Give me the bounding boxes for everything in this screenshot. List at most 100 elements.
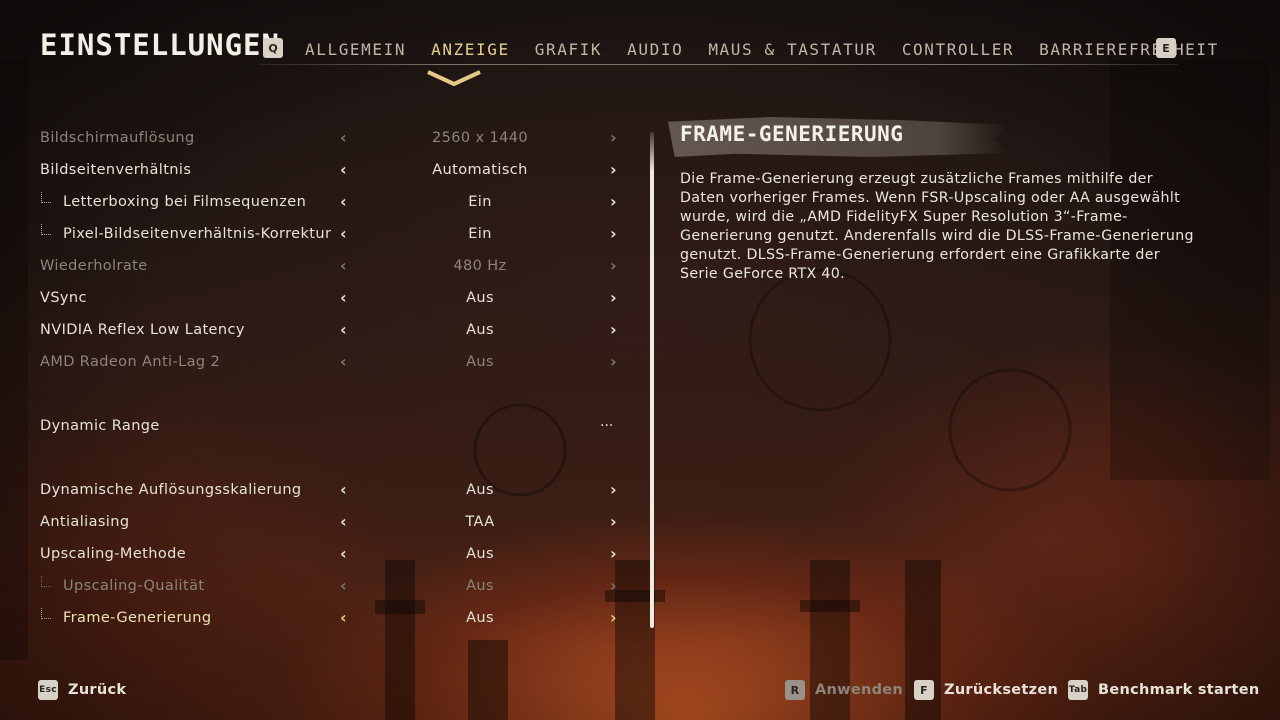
apply-button[interactable]: R Anwenden — [785, 680, 903, 700]
tree-branch-icon — [41, 192, 51, 203]
setting-label: VSync — [40, 290, 87, 306]
setting-label: Dynamische Auflösungsskalierung — [40, 482, 302, 498]
setting-value: TAA — [465, 514, 495, 530]
chevron-left-icon[interactable]: ‹ — [340, 608, 347, 627]
chevron-right-icon[interactable]: › — [610, 544, 617, 563]
tab-grafik[interactable]: GRAFIK — [535, 40, 602, 59]
tab-anzeige[interactable]: ANZEIGE — [431, 40, 510, 59]
setting-row-resolution[interactable]: Bildschirmauflösung ‹ 2560 x 1440 › — [40, 124, 630, 152]
setting-label: AMD Radeon Anti-Lag 2 — [40, 354, 221, 370]
apply-label: Anwenden — [815, 682, 904, 698]
chevron-down-icon — [427, 70, 481, 86]
settings-scrollbar[interactable] — [650, 132, 654, 628]
setting-row-frame-generation[interactable]: Frame-Generierung ‹ Aus › — [40, 604, 630, 632]
setting-label: Antialiasing — [40, 514, 130, 530]
chevron-right-icon[interactable]: › — [610, 352, 617, 371]
back-button[interactable]: Esc Zurück — [38, 680, 126, 700]
tab-maus-tastatur[interactable]: MAUS & TASTATUR — [708, 40, 877, 59]
chevron-right-icon[interactable]: › — [610, 480, 617, 499]
reset-button[interactable]: F Zurücksetzen — [914, 680, 1058, 700]
chevron-right-icon[interactable]: › — [610, 224, 617, 243]
setting-label: Bildschirmauflösung — [40, 130, 195, 146]
chevron-right-icon[interactable]: › — [610, 128, 617, 147]
chevron-left-icon[interactable]: ‹ — [340, 288, 347, 307]
setting-value: 480 Hz — [453, 258, 507, 274]
chevron-right-icon[interactable]: › — [610, 608, 617, 627]
chevron-left-icon[interactable]: ‹ — [340, 512, 347, 531]
setting-row-upscaling-quality[interactable]: Upscaling-Qualität ‹ Aus › — [40, 572, 630, 600]
setting-row-dynamic-resolution[interactable]: Dynamische Auflösungsskalierung ‹ Aus › — [40, 476, 630, 504]
chevron-left-icon[interactable]: ‹ — [340, 352, 347, 371]
next-tab-key[interactable]: E — [1156, 38, 1176, 58]
setting-row-vsync[interactable]: VSync ‹ Aus › — [40, 284, 630, 312]
back-label: Zurück — [68, 682, 127, 698]
setting-row-nvidia-reflex[interactable]: NVIDIA Reflex Low Latency ‹ Aus › — [40, 316, 630, 344]
f-key-icon: F — [914, 680, 934, 700]
setting-value: Aus — [466, 546, 494, 562]
setting-label: Letterboxing bei Filmsequenzen — [63, 194, 307, 210]
chevron-right-icon[interactable]: › — [610, 288, 617, 307]
chevron-left-icon[interactable]: ‹ — [340, 320, 347, 339]
setting-label: Upscaling-Methode — [40, 546, 187, 562]
setting-label: Dynamic Range — [40, 418, 160, 434]
info-description: Die Frame-Generierung erzeugt zusätzlich… — [680, 171, 1194, 282]
tab-controller[interactable]: CONTROLLER — [902, 40, 1014, 59]
tree-branch-icon — [41, 224, 51, 235]
setting-label: Upscaling-Qualität — [63, 578, 205, 594]
setting-row-upscaling-method[interactable]: Upscaling-Methode ‹ Aus › — [40, 540, 630, 568]
benchmark-label: Benchmark starten — [1098, 682, 1260, 698]
chevron-left-icon[interactable]: ‹ — [340, 128, 347, 147]
tree-branch-icon — [41, 576, 51, 587]
tab-barrierefreiheit[interactable]: BARRIEREFREIHEIT — [1039, 40, 1219, 59]
chevron-right-icon[interactable]: › — [610, 160, 617, 179]
reset-label: Zurücksetzen — [944, 682, 1059, 698]
setting-value: Ein — [468, 226, 492, 242]
chevron-right-icon[interactable]: › — [610, 192, 617, 211]
setting-label: Frame-Generierung — [63, 610, 212, 626]
tab-audio[interactable]: AUDIO — [627, 40, 683, 59]
chevron-left-icon[interactable]: ‹ — [340, 576, 347, 595]
chevron-left-icon[interactable]: ‹ — [340, 192, 347, 211]
setting-row-pixel-aspect-correction[interactable]: Pixel-Bildseitenverhältnis-Korrektur ‹ E… — [40, 220, 630, 248]
tree-branch-icon — [41, 608, 51, 619]
info-title: FRAME-GENERIERUNG — [680, 122, 904, 146]
setting-label: Pixel-Bildseitenverhältnis-Korrektur — [63, 226, 332, 242]
setting-value: Aus — [466, 354, 494, 370]
chevron-right-icon[interactable]: › — [610, 576, 617, 595]
chevron-right-icon[interactable]: › — [610, 512, 617, 531]
benchmark-button[interactable]: Tab Benchmark starten — [1068, 680, 1260, 700]
tab-key-icon: Tab — [1068, 680, 1088, 700]
setting-value: Aus — [466, 610, 494, 626]
chevron-right-icon[interactable]: › — [610, 320, 617, 339]
r-key-icon: R — [785, 680, 805, 700]
chevron-left-icon[interactable]: ‹ — [340, 160, 347, 179]
chevron-left-icon[interactable]: ‹ — [340, 224, 347, 243]
chevron-left-icon[interactable]: ‹ — [340, 256, 347, 275]
setting-value: Aus — [466, 290, 494, 306]
setting-value: Aus — [466, 482, 494, 498]
setting-value: Ein — [468, 194, 492, 210]
setting-row-aspect-ratio[interactable]: Bildseitenverhältnis ‹ Automatisch › — [40, 156, 630, 184]
setting-value: 2560 x 1440 — [431, 130, 528, 146]
prev-tab-key[interactable]: Q — [263, 38, 283, 58]
setting-value: Automatisch — [432, 162, 528, 178]
setting-row-amd-anti-lag[interactable]: AMD Radeon Anti-Lag 2 ‹ Aus › — [40, 348, 630, 376]
esc-key-icon: Esc — [38, 680, 58, 700]
chevron-right-icon[interactable]: › — [610, 256, 617, 275]
setting-row-antialiasing[interactable]: Antialiasing ‹ TAA › — [40, 508, 630, 536]
setting-value: Aus — [466, 322, 494, 338]
page-title: EINSTELLUNGEN — [40, 28, 280, 62]
setting-label: Bildseitenverhältnis — [40, 162, 192, 178]
chevron-left-icon[interactable]: ‹ — [340, 544, 347, 563]
setting-row-letterboxing[interactable]: Letterboxing bei Filmsequenzen ‹ Ein › — [40, 188, 630, 216]
setting-value: Aus — [466, 578, 494, 594]
tab-bar: ALLGEMEIN ANZEIGE GRAFIK AUDIO MAUS & TA… — [305, 38, 1219, 60]
more-options-icon[interactable]: ... — [600, 414, 613, 430]
setting-row-dynamic-range[interactable]: Dynamic Range ... — [40, 412, 630, 440]
setting-row-refresh-rate[interactable]: Wiederholrate ‹ 480 Hz › — [40, 252, 630, 280]
header-divider — [258, 64, 1178, 65]
setting-label: NVIDIA Reflex Low Latency — [40, 322, 245, 338]
setting-label: Wiederholrate — [40, 258, 148, 274]
chevron-left-icon[interactable]: ‹ — [340, 480, 347, 499]
tab-allgemein[interactable]: ALLGEMEIN — [305, 40, 406, 59]
